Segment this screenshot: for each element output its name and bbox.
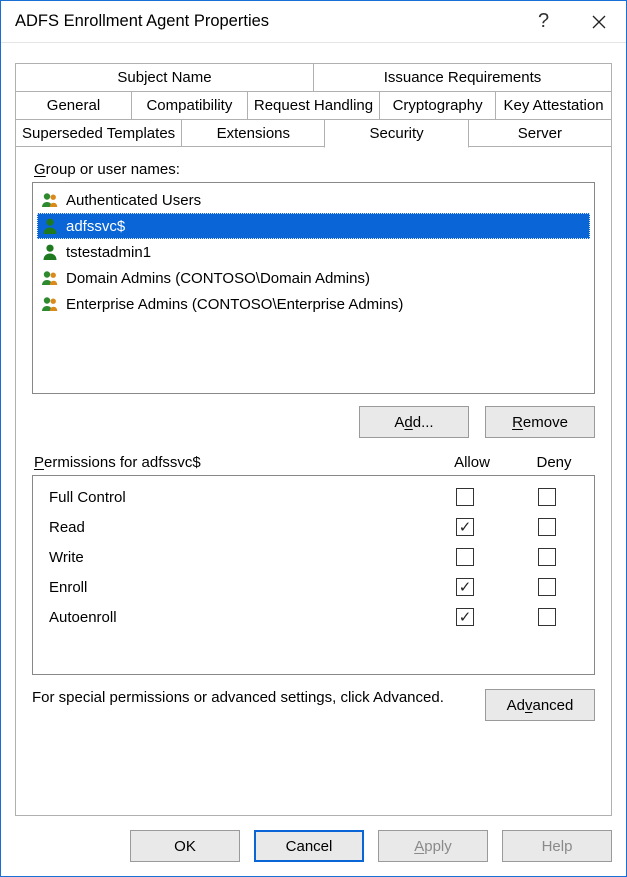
allow-checkbox[interactable] <box>456 608 474 626</box>
cancel-button[interactable]: Cancel <box>254 830 364 862</box>
list-item-label: Enterprise Admins (CONTOSO\Enterprise Ad… <box>66 296 403 313</box>
titlebar: ADFS Enrollment Agent Properties ? <box>1 1 626 43</box>
list-item[interactable]: Authenticated Users <box>37 187 590 213</box>
list-item[interactable]: tstestadmin1 <box>37 239 590 265</box>
close-icon[interactable] <box>571 1 626 43</box>
permission-label: Full Control <box>49 489 424 506</box>
tab-panel-security: Group or user names: Authenticated Users… <box>15 146 612 816</box>
dialog-window: ADFS Enrollment Agent Properties ? Subje… <box>0 0 627 877</box>
dialog-button-bar: OK Cancel Apply Help <box>1 816 626 876</box>
list-button-row: Add... Remove <box>32 406 595 438</box>
users-icon <box>40 294 60 314</box>
allow-checkbox[interactable] <box>456 548 474 566</box>
advanced-text: For special permissions or advanced sett… <box>32 689 469 706</box>
apply-button[interactable]: Apply <box>378 830 488 862</box>
allow-checkbox[interactable] <box>456 518 474 536</box>
help-button[interactable]: Help <box>502 830 612 862</box>
window-title: ADFS Enrollment Agent Properties <box>15 12 516 31</box>
tab-issuance-requirements[interactable]: Issuance Requirements <box>313 63 612 91</box>
add-button[interactable]: Add... <box>359 406 469 438</box>
permission-label: Read <box>49 519 424 536</box>
permissions-label: Permissions for adfssvc$ <box>34 454 431 471</box>
group-label: Group or user names: <box>34 161 595 178</box>
deny-checkbox[interactable] <box>538 608 556 626</box>
tab-strip: Subject NameIssuance Requirements Genera… <box>15 63 612 147</box>
dialog-body: Subject NameIssuance Requirements Genera… <box>1 43 626 816</box>
deny-checkbox[interactable] <box>538 548 556 566</box>
user-icon <box>40 242 60 262</box>
permission-row: Write <box>39 542 588 572</box>
permission-label: Write <box>49 549 424 566</box>
tab-superseded-templates[interactable]: Superseded Templates <box>15 119 182 147</box>
list-item[interactable]: Enterprise Admins (CONTOSO\Enterprise Ad… <box>37 291 590 317</box>
permission-label: Autoenroll <box>49 609 424 626</box>
list-item-label: Domain Admins (CONTOSO\Domain Admins) <box>66 270 370 287</box>
deny-checkbox[interactable] <box>538 518 556 536</box>
tab-security[interactable]: Security <box>324 119 468 148</box>
permission-row: Autoenroll <box>39 602 588 632</box>
permissions-header: Permissions for adfssvc$ Allow Deny <box>34 454 595 471</box>
allow-checkbox[interactable] <box>456 488 474 506</box>
allow-checkbox[interactable] <box>456 578 474 596</box>
advanced-row: For special permissions or advanced sett… <box>32 689 595 721</box>
remove-button[interactable]: Remove <box>485 406 595 438</box>
tab-request-handling[interactable]: Request Handling <box>247 91 380 119</box>
help-icon[interactable]: ? <box>516 1 571 43</box>
user-icon <box>40 216 60 236</box>
ok-button[interactable]: OK <box>130 830 240 862</box>
users-icon <box>40 190 60 210</box>
tab-compatibility[interactable]: Compatibility <box>131 91 248 119</box>
list-item[interactable]: adfssvc$ <box>37 213 590 239</box>
users-icon <box>40 268 60 288</box>
tab-extensions[interactable]: Extensions <box>181 119 325 147</box>
user-list[interactable]: Authenticated Users adfssvc$ tstestadmin1 D… <box>32 182 595 394</box>
permission-row: Read <box>39 512 588 542</box>
deny-column-header: Deny <box>513 454 595 471</box>
advanced-button[interactable]: Advanced <box>485 689 595 721</box>
tab-subject-name[interactable]: Subject Name <box>15 63 314 91</box>
permission-row: Enroll <box>39 572 588 602</box>
tab-key-attestation[interactable]: Key Attestation <box>495 91 612 119</box>
permission-label: Enroll <box>49 579 424 596</box>
list-item[interactable]: Domain Admins (CONTOSO\Domain Admins) <box>37 265 590 291</box>
deny-checkbox[interactable] <box>538 578 556 596</box>
list-item-label: adfssvc$ <box>66 218 125 235</box>
permissions-list: Full Control Read Write Enroll Autoenroll <box>32 475 595 675</box>
tab-server[interactable]: Server <box>468 119 612 147</box>
permission-row: Full Control <box>39 482 588 512</box>
list-item-label: Authenticated Users <box>66 192 201 209</box>
tab-cryptography[interactable]: Cryptography <box>379 91 496 119</box>
tab-general[interactable]: General <box>15 91 132 119</box>
deny-checkbox[interactable] <box>538 488 556 506</box>
allow-column-header: Allow <box>431 454 513 471</box>
list-item-label: tstestadmin1 <box>66 244 151 261</box>
